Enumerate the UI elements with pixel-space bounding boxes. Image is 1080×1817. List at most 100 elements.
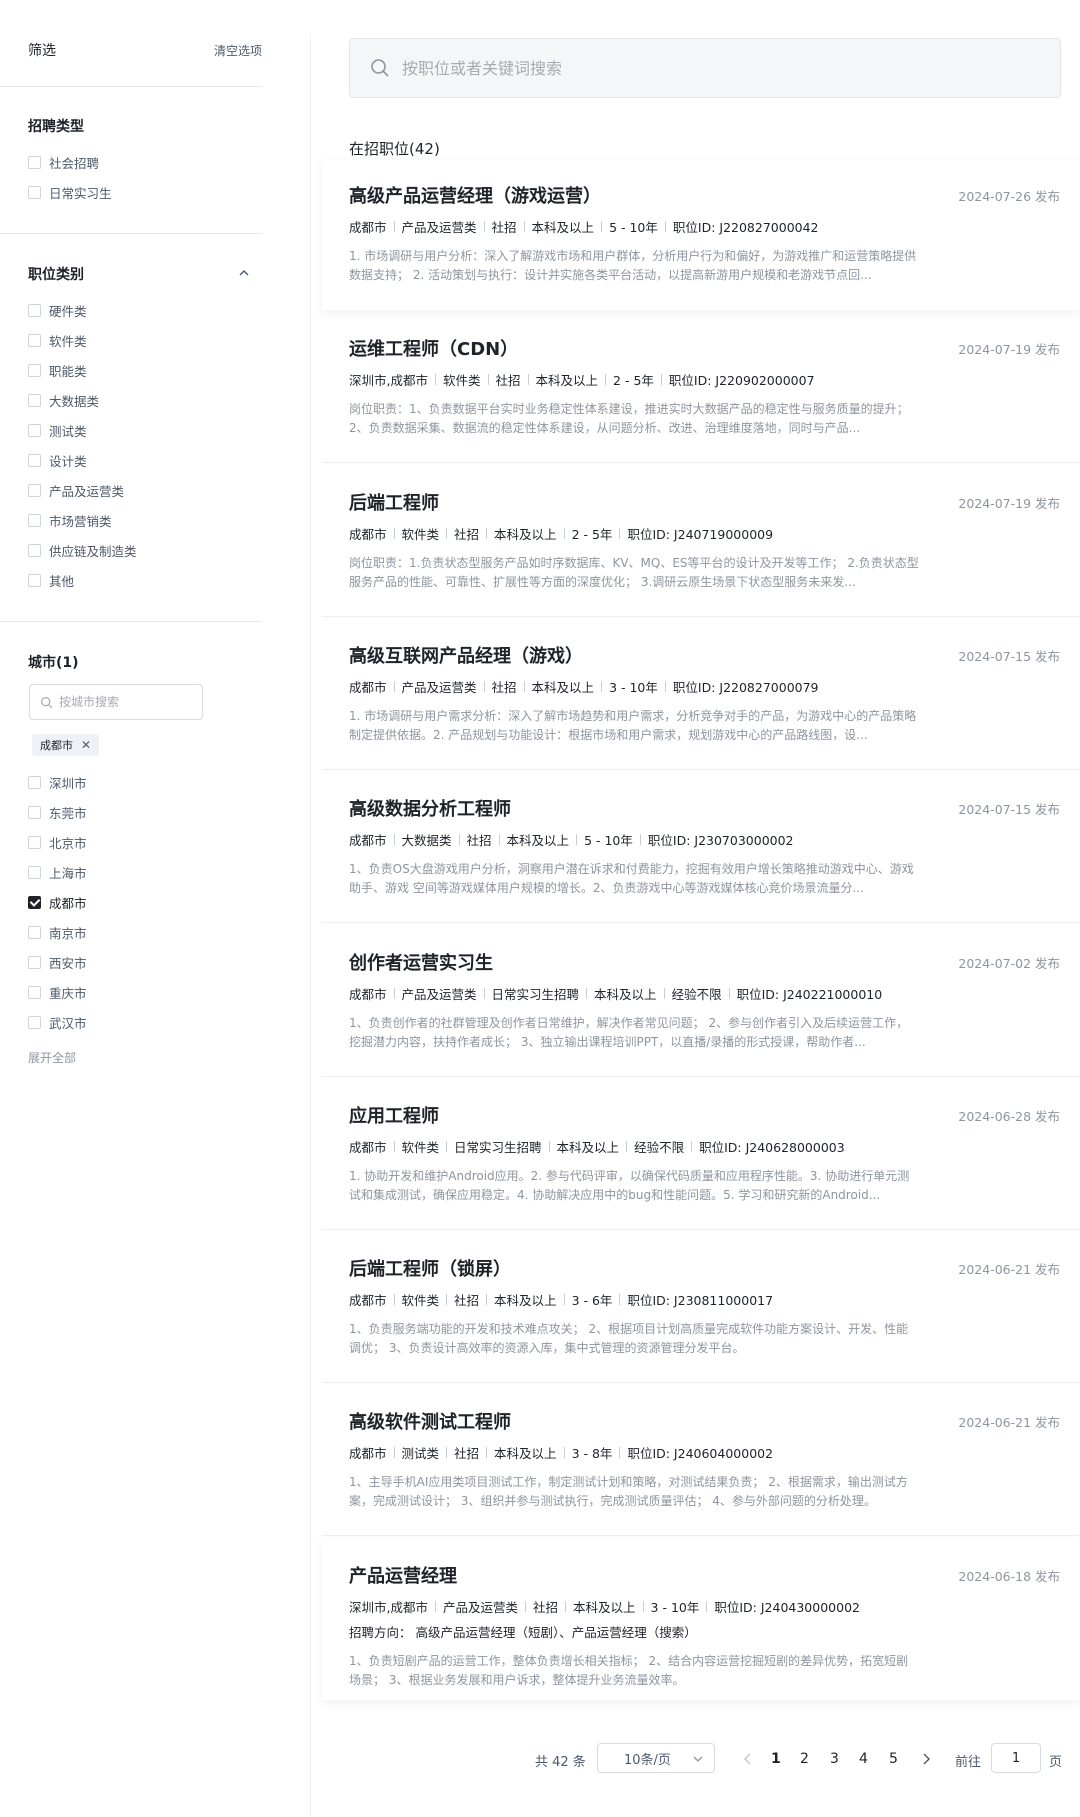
page-number[interactable]: 5 [889, 1751, 898, 1767]
job-meta-item: 职位ID: J230703000002 [647, 833, 794, 849]
job-title[interactable]: 产品运营经理 [349, 1562, 457, 1588]
prev-page-icon[interactable] [742, 1752, 754, 1766]
separator [706, 1600, 708, 1612]
checkbox[interactable] [28, 835, 41, 849]
city-option[interactable]: 北京市 [28, 832, 87, 852]
separator [446, 527, 448, 539]
page-number[interactable]: 1 [771, 1751, 781, 1767]
job-meta-item: 社招 [454, 1293, 480, 1309]
city-search-box[interactable] [29, 684, 203, 720]
job-card[interactable]: 高级产品运营经理（游戏运营） 2024-07-26 发布 成都市 产品及运营类 社招 本科… [322, 160, 1080, 310]
clear-filters-button[interactable]: 清空选项 [214, 42, 262, 59]
job-title[interactable]: 高级产品运营经理（游戏运营） [349, 182, 601, 208]
checkbox[interactable] [28, 1015, 41, 1029]
job-meta-item: 职位ID: J220827000079 [672, 679, 819, 695]
checkbox[interactable] [28, 155, 41, 169]
job-category-option[interactable]: 软件类 [28, 330, 87, 350]
city-option[interactable]: 深圳市 [28, 772, 87, 792]
job-category-option[interactable]: 测试类 [28, 420, 87, 440]
job-category-option[interactable]: 硬件类 [28, 300, 87, 320]
separator [486, 1447, 488, 1459]
job-title[interactable]: 高级互联网产品经理（游戏） [349, 642, 583, 668]
checkbox[interactable] [28, 513, 41, 527]
checkbox[interactable] [28, 303, 41, 317]
page-number[interactable]: 3 [830, 1751, 839, 1767]
job-card[interactable]: 创作者运营实习生 2024-07-02 发布 成都市 产品及运营类 日常实习生招聘 本科及… [322, 927, 1080, 1077]
checkbox[interactable] [28, 393, 41, 407]
checkbox[interactable] [28, 775, 41, 789]
job-title[interactable]: 后端工程师 [349, 489, 439, 515]
checkbox[interactable] [28, 985, 41, 999]
checkbox[interactable] [28, 483, 41, 497]
checkbox[interactable] [28, 185, 41, 199]
page-size-select[interactable]: 10条/页 [597, 1743, 715, 1773]
job-category-option[interactable]: 其他 [28, 570, 74, 590]
job-title[interactable]: 高级数据分析工程师 [349, 795, 511, 821]
city-option[interactable]: 南京市 [28, 922, 87, 942]
checkbox[interactable] [28, 865, 41, 879]
job-search-box[interactable] [349, 38, 1061, 98]
next-page-icon[interactable] [920, 1752, 932, 1766]
close-icon[interactable]: ✕ [81, 738, 91, 752]
separator [728, 987, 730, 999]
job-meta-item: 软件类 [401, 526, 440, 542]
checkbox[interactable] [28, 333, 41, 347]
page-number[interactable]: 4 [859, 1751, 868, 1767]
checkbox[interactable] [28, 453, 41, 467]
checkbox[interactable] [28, 895, 41, 909]
job-card[interactable]: 应用工程师 2024-06-28 发布 成都市 软件类 日常实习生招聘 本科及以上 经验不限… [322, 1080, 1080, 1230]
separator [483, 221, 485, 232]
job-search-input[interactable] [402, 58, 1002, 78]
job-card[interactable]: 后端工程师（锁屏） 2024-06-21 发布 成都市 软件类 社招 本科及以上 3 - 6… [322, 1233, 1080, 1384]
option-label: 测试类 [49, 423, 87, 439]
separator [483, 987, 485, 999]
option-label: 重庆市 [49, 985, 87, 1001]
job-meta-item: 社招 [495, 373, 521, 389]
job-card[interactable]: 后端工程师 2024-07-19 发布 成都市 软件类 社招 本科及以上 2 - 5年 职位I… [322, 467, 1080, 617]
job-meta-item: 产品及运营类 [401, 986, 477, 1002]
job-meta-item: 职位ID: J240719000009 [627, 526, 774, 542]
job-category-option[interactable]: 职能类 [28, 360, 87, 380]
checkbox[interactable] [28, 363, 41, 377]
job-card[interactable]: 产品运营经理 2024-06-18 发布 深圳市,成都市 产品及运营类 社招 本科及以上 3… [322, 1540, 1080, 1700]
job-card[interactable]: 高级数据分析工程师 2024-07-15 发布 成都市 大数据类 社招 本科及以上 5 - … [322, 773, 1080, 924]
checkbox[interactable] [28, 955, 41, 969]
job-category-option[interactable]: 产品及运营类 [28, 480, 124, 500]
job-title[interactable]: 创作者运营实习生 [349, 949, 493, 975]
job-card[interactable]: 高级软件测试工程师 2024-06-21 发布 成都市 测试类 社招 本科及以上 3 - 8… [322, 1386, 1080, 1537]
checkbox[interactable] [28, 423, 41, 437]
page-size-value: 10条/页 [624, 1752, 671, 1768]
recruit-type-option[interactable]: 日常实习生 [28, 182, 112, 202]
job-category-option[interactable]: 市场营销类 [28, 510, 112, 530]
job-meta: 深圳市,成都市 产品及运营类 社招 本科及以上 3 - 10年 职位ID: J240430… [349, 1597, 860, 1616]
city-option[interactable]: 西安市 [28, 952, 87, 972]
checkbox[interactable] [28, 573, 41, 587]
job-title[interactable]: 后端工程师（锁屏） [349, 1255, 511, 1281]
city-option[interactable]: 成都市 [28, 892, 87, 912]
job-category-option[interactable]: 大数据类 [28, 390, 99, 410]
job-card[interactable]: 高级互联网产品经理（游戏） 2024-07-15 发布 成都市 产品及运营类 社招 本科及… [322, 620, 1080, 770]
option-label: 硬件类 [49, 303, 87, 319]
job-meta-item: 本科及以上 [494, 526, 557, 542]
job-meta-item: 深圳市,成都市 [349, 373, 428, 389]
city-option[interactable]: 上海市 [28, 862, 87, 882]
city-option[interactable]: 重庆市 [28, 982, 87, 1002]
page-number[interactable]: 2 [800, 1751, 809, 1767]
city-option[interactable]: 武汉市 [28, 1012, 87, 1032]
checkbox[interactable] [28, 805, 41, 819]
job-category-option[interactable]: 设计类 [28, 450, 87, 470]
chevron-up-icon[interactable] [236, 265, 252, 281]
job-category-option[interactable]: 供应链及制造类 [28, 540, 137, 560]
checkbox[interactable] [28, 925, 41, 939]
job-meta-item: 职位ID: J240430000002 [714, 1599, 860, 1615]
recruit-type-option[interactable]: 社会招聘 [28, 152, 99, 172]
job-title[interactable]: 应用工程师 [349, 1102, 439, 1128]
checkbox[interactable] [28, 543, 41, 557]
job-title[interactable]: 运维工程师（CDN） [349, 335, 518, 361]
expand-all-button[interactable]: 展开全部 [28, 1049, 76, 1066]
goto-page-input[interactable] [991, 1743, 1041, 1773]
job-card[interactable]: 运维工程师（CDN） 2024-07-19 发布 深圳市,成都市 软件类 社招 本科及以上… [322, 313, 1080, 464]
job-title[interactable]: 高级软件测试工程师 [349, 1408, 511, 1434]
city-option[interactable]: 东莞市 [28, 802, 87, 822]
city-search-input[interactable] [59, 695, 189, 709]
